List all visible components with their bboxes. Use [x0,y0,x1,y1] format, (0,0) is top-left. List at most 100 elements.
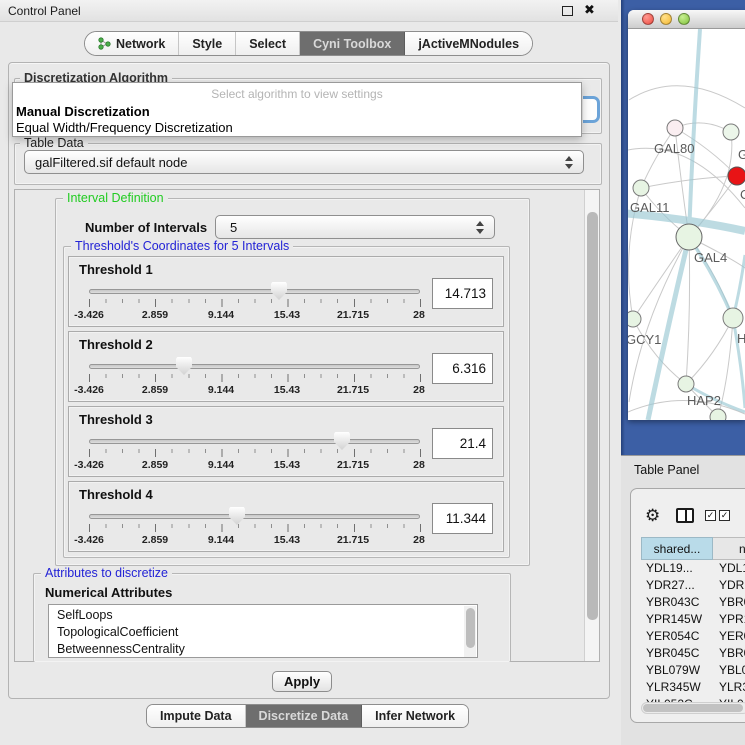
threshold-1-slider-track[interactable] [89,289,420,294]
threshold-2-slider-track[interactable] [89,364,420,369]
tick-label: 28 [413,459,425,471]
network-node[interactable] [710,409,726,420]
threshold-4-slider-handle[interactable] [229,507,245,525]
tab-jactivemnodules[interactable]: jActiveMNodules [405,32,532,55]
table-row[interactable]: YLR345W YLR3 [641,679,745,696]
network-node-selected-red[interactable] [728,167,745,185]
gear-icon[interactable]: ⚙ [645,507,660,524]
cell-shared-name[interactable]: YBR043C [646,595,699,609]
checkbox-icon[interactable]: ✓ [705,510,716,521]
threshold-4-value-field[interactable]: 11.344 [432,503,493,534]
network-node-hap2[interactable] [678,376,694,392]
list-scrollbar[interactable] [464,606,476,658]
close-icon[interactable]: ✖ [584,2,595,18]
cell-name[interactable]: YER0 [719,629,745,643]
threshold-3-slider-track[interactable] [89,439,420,444]
mac-close-icon[interactable] [642,13,654,25]
node-label-gal80: GAL80 [654,141,694,156]
network-node-gal11[interactable] [633,180,649,196]
settings-vertical-scrollbar[interactable] [584,190,599,661]
table-row[interactable]: YER054C YER0 [641,628,745,645]
table-row[interactable]: YPR145W YPR1 [641,611,745,628]
threshold-2-slider-handle[interactable] [176,357,192,375]
list-scrollbar-thumb[interactable] [466,608,475,648]
cell-name[interactable]: YLR3 [719,680,745,694]
cell-name[interactable]: YDL1 [719,561,745,575]
list-item[interactable]: TopologicalCoefficient [57,625,178,639]
cell-name[interactable]: YPR1 [719,612,745,626]
tab-discretize-data-label: Discretize Data [259,709,349,723]
table-horizontal-scrollbar[interactable] [641,702,745,714]
thresholds-group-label: Threshold's Coordinates for 5 Intervals [71,240,293,253]
table-row[interactable]: YDR27... YDR2 [641,577,745,594]
algorithm-option-equal-width[interactable]: Equal Width/Frequency Discretization [16,120,233,135]
tab-network[interactable]: Network [85,32,179,55]
tick-label: 9.144 [208,309,234,321]
table-row[interactable]: YBR045C YBR0 [641,645,745,662]
cell-name[interactable]: YBR0 [719,646,745,660]
network-node-gal80[interactable] [667,120,683,136]
combobox-arrows-icon [565,156,574,169]
threshold-3-label: Threshold 3 [79,412,153,427]
node-label-gcy1: GCY1 [628,332,661,347]
network-canvas[interactable]: GAL80 GA C GAL11 GAL4 GCY1 H HAP2 [628,29,745,420]
tab-select[interactable]: Select [236,32,300,55]
list-item[interactable]: BetweennessCentrality [57,642,185,656]
threshold-2-value-field[interactable]: 6.316 [432,353,493,384]
tab-style[interactable]: Style [179,32,236,55]
float-window-icon[interactable] [562,6,573,16]
control-panel-titlebar: Control Panel ✖ [0,0,618,22]
cell-name[interactable]: YBR0 [719,595,745,609]
numerical-attributes-title: Numerical Attributes [45,585,172,600]
cell-name[interactable]: YBL0 [719,663,745,677]
number-of-intervals-spinner[interactable]: 5 [215,215,495,239]
attributes-listbox[interactable]: SelfLoops TopologicalCoefficient Between… [48,604,478,658]
cell-shared-name[interactable]: YBR045C [646,646,699,660]
list-item[interactable]: SelfLoops [57,608,113,622]
table-row[interactable]: YDL19... YDL1 [641,560,745,577]
threshold-3-value-field[interactable]: 21.4 [432,428,493,459]
network-node-gal4[interactable] [676,224,702,250]
network-window-titlebar[interactable] [628,10,745,29]
cell-shared-name[interactable]: YPR145W [646,612,702,626]
tab-discretize-data[interactable]: Discretize Data [246,705,363,727]
tick-label: -3.426 [74,534,104,546]
algorithm-option-manual[interactable]: Manual Discretization [16,104,150,119]
cell-shared-name[interactable]: YBL079W [646,663,700,677]
apply-button[interactable]: Apply [272,671,332,692]
split-column-icon[interactable] [676,508,694,523]
node-label-gal11: GAL11 [630,200,670,215]
column-header-name[interactable]: n [713,537,745,560]
column-header-shared-name[interactable]: shared... [641,537,713,560]
tab-cyni-toolbox[interactable]: Cyni Toolbox [300,32,405,55]
interval-definition-label: Interval Definition [63,192,168,205]
cell-name[interactable]: YDR2 [719,578,745,592]
table-scrollbar-thumb[interactable] [643,704,743,712]
cell-shared-name[interactable]: YDL19... [646,561,693,575]
tab-infer-network[interactable]: Infer Network [362,705,468,727]
settings-scrollbar-thumb[interactable] [587,212,598,620]
checkbox-icon[interactable]: ✓ [719,510,730,521]
threshold-1-slider-handle[interactable] [271,282,287,300]
algorithm-combobox-focused-edge[interactable] [583,96,600,123]
threshold-1-value-field[interactable]: 14.713 [432,278,493,309]
mac-minimize-icon[interactable] [660,13,672,25]
threshold-4-slider-track[interactable] [89,514,420,519]
tick-label: 2.859 [142,384,168,396]
spinner-arrows-icon[interactable] [476,221,485,234]
table-row[interactable]: YBR043C YBR0 [641,594,745,611]
threshold-1-panel: Threshold 1 -3.426 2.859 9.144 15.43 21.… [68,256,504,327]
threshold-3-slider-handle[interactable] [334,432,350,450]
network-node[interactable] [723,124,739,140]
cell-shared-name[interactable]: YDR27... [646,578,695,592]
tick-label: -3.426 [74,384,104,396]
table-row[interactable]: YBL079W YBL0 [641,662,745,679]
table-data-combobox[interactable]: galFiltered.sif default node [24,150,584,174]
network-node-gcy1[interactable] [628,311,641,327]
cell-shared-name[interactable]: YER054C [646,629,699,643]
mac-zoom-icon[interactable] [678,13,690,25]
cell-shared-name[interactable]: YLR345W [646,680,701,694]
tab-impute-data[interactable]: Impute Data [147,705,246,727]
network-node[interactable] [723,308,743,328]
network-graph: GAL80 GA C GAL11 GAL4 GCY1 H HAP2 [628,29,745,420]
